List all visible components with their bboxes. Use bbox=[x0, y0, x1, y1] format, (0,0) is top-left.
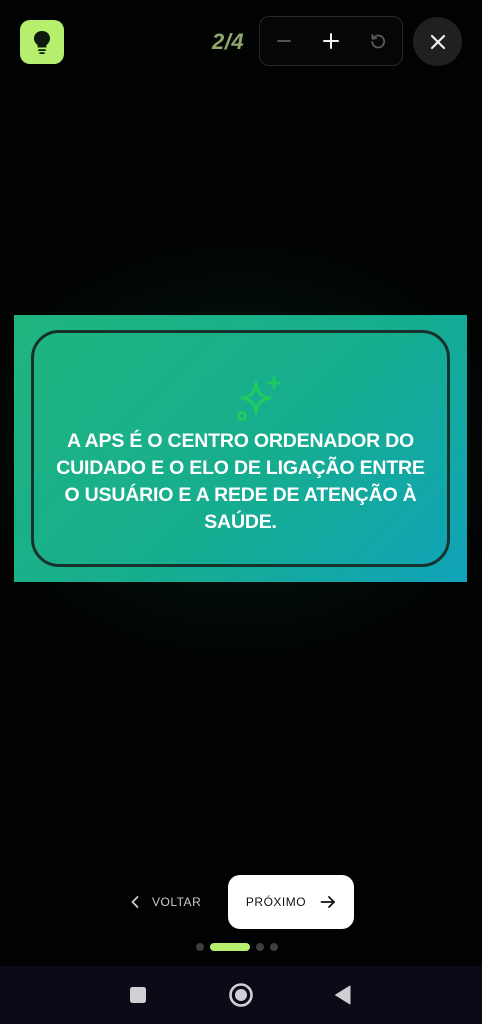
next-button-label: PRÓXIMO bbox=[245, 895, 307, 909]
back-button[interactable]: VOLTAR bbox=[130, 880, 220, 924]
circle-icon bbox=[229, 983, 253, 1007]
page-dot[interactable] bbox=[196, 943, 204, 951]
page-counter: 2/4 bbox=[212, 29, 245, 54]
minus-icon bbox=[276, 40, 291, 42]
hint-button[interactable] bbox=[20, 20, 64, 64]
triangle-back-icon bbox=[335, 985, 351, 1005]
back-button-label: VOLTAR bbox=[152, 895, 202, 909]
sparkles-icon bbox=[237, 376, 281, 421]
square-icon bbox=[130, 987, 146, 1003]
close-icon bbox=[430, 34, 445, 49]
zoom-controls bbox=[259, 16, 403, 66]
plus-icon bbox=[322, 33, 339, 49]
page-dot[interactable] bbox=[270, 943, 278, 951]
recent-apps-button[interactable] bbox=[123, 980, 153, 1010]
reset-zoom-button[interactable] bbox=[358, 21, 398, 61]
flashcard-frame: A APS É O CENTRO ORDENADOR DO CUIDADO E … bbox=[31, 330, 450, 567]
zoom-in-button[interactable] bbox=[311, 21, 351, 61]
close-button[interactable] bbox=[413, 17, 462, 66]
zoom-out-button[interactable] bbox=[264, 21, 304, 61]
chevron-left-icon bbox=[131, 896, 139, 908]
page-indicator bbox=[196, 943, 278, 951]
rotate-ccw-icon bbox=[371, 33, 386, 49]
arrow-right-icon bbox=[320, 896, 335, 908]
home-button[interactable] bbox=[226, 980, 256, 1010]
back-system-button[interactable] bbox=[328, 980, 358, 1010]
page-dot-active[interactable] bbox=[210, 943, 250, 951]
next-button[interactable]: PRÓXIMO bbox=[228, 875, 354, 929]
flashcard-screen: 2/4 A APS É O CENTRO ORDENADOR DO CUIDAD… bbox=[0, 0, 482, 1024]
system-navigation-bar bbox=[0, 966, 482, 1024]
lightbulb-icon bbox=[34, 31, 50, 54]
page-dot[interactable] bbox=[256, 943, 264, 951]
flashcard-text: A APS É O CENTRO ORDENADOR DO CUIDADO E … bbox=[56, 430, 425, 533]
flashcard[interactable]: A APS É O CENTRO ORDENADOR DO CUIDADO E … bbox=[14, 315, 467, 582]
